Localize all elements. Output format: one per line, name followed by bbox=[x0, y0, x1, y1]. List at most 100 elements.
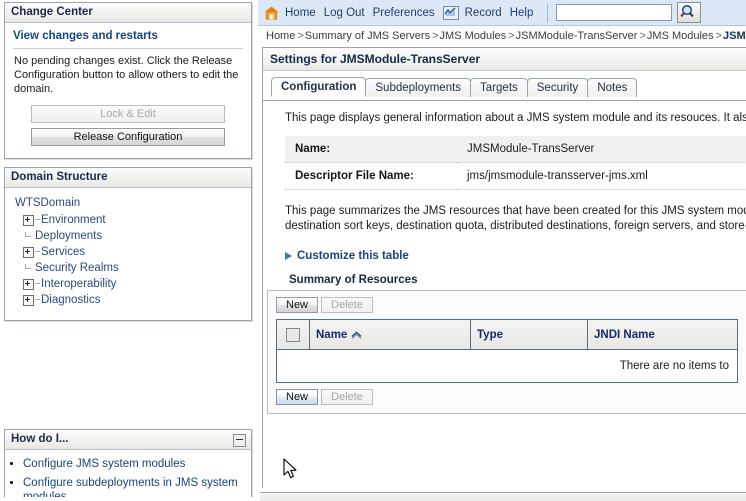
new-button-bottom[interactable]: New bbox=[276, 389, 319, 405]
breadcrumb-current-page: JSMModul bbox=[722, 30, 746, 42]
domain-structure-title: Domain Structure bbox=[11, 171, 108, 183]
property-value-descriptor-file-name: jms/jmsmodule-transserver-jms.xml bbox=[457, 162, 746, 190]
tree-connector bbox=[35, 250, 40, 252]
main-content-area: Home Log Out Preferences Record Help Hom… bbox=[258, 0, 746, 501]
tree-connector bbox=[35, 298, 40, 300]
delete-button-bottom[interactable]: Delete bbox=[321, 389, 373, 405]
resources-table: Name Type JNDI Name There are no items t… bbox=[276, 319, 738, 383]
page-intro-text: This page displays general information a… bbox=[285, 112, 746, 124]
delete-button-top[interactable]: Delete bbox=[321, 297, 373, 313]
minus-box-icon[interactable] bbox=[233, 434, 246, 447]
tree-node-diagnostics[interactable]: Diagnostics bbox=[13, 292, 245, 308]
left-bottom-spacer bbox=[0, 497, 256, 501]
toolbar-link-home[interactable]: Home bbox=[285, 7, 316, 19]
summary-of-resources-title: Summary of Resources bbox=[289, 274, 418, 286]
table-row: Descriptor File Name: jms/jmsmodule-tran… bbox=[285, 162, 746, 190]
toolbar-link-logout[interactable]: Log Out bbox=[324, 7, 365, 19]
view-changes-and-restarts-link[interactable]: View changes and restarts bbox=[13, 27, 243, 48]
release-configuration-button[interactable]: Release Configuration bbox=[31, 128, 225, 146]
tree-node-security-realms[interactable]: Security Realms bbox=[13, 260, 245, 276]
tab-subdeployments[interactable]: Subdeployments bbox=[365, 78, 472, 97]
column-header-name-label: Name bbox=[316, 328, 348, 341]
breadcrumb-item-jms-modules[interactable]: JMS Modules bbox=[440, 30, 507, 42]
change-center-buttons: Lock & Edit Release Configuration bbox=[13, 103, 243, 146]
property-value-name: JMSModule-TransServer bbox=[457, 136, 746, 163]
resources-table-head: Name Type JNDI Name bbox=[276, 319, 738, 350]
breadcrumb-item-summary-of-jms-servers[interactable]: Summary of JMS Servers bbox=[305, 30, 430, 42]
tree-link-services[interactable]: Services bbox=[41, 246, 85, 258]
change-center-panel: Change Center View changes and restarts … bbox=[4, 2, 252, 159]
how-do-i-link-configure-jms-system-modules[interactable]: Configure JMS system modules bbox=[23, 458, 185, 470]
tree-node-interoperability[interactable]: Interoperability bbox=[13, 276, 245, 292]
top-toolbar: Home Log Out Preferences Record Help bbox=[258, 0, 746, 26]
empty-table-message: There are no items to bbox=[619, 360, 729, 372]
select-all-header-cell bbox=[276, 319, 310, 350]
configuration-panel: This page displays general information a… bbox=[263, 101, 746, 286]
tree-connector bbox=[35, 218, 40, 220]
column-header-jndi-name[interactable]: JNDI Name bbox=[587, 319, 738, 350]
expand-plus-icon[interactable] bbox=[23, 214, 34, 226]
tree-link-environment[interactable]: Environment bbox=[41, 214, 106, 226]
record-chart-icon bbox=[442, 5, 459, 20]
column-header-jndi-name-label: JNDI Name bbox=[594, 328, 655, 341]
resources-summary-line-1: This page summarizes the JMS resources t… bbox=[285, 205, 746, 217]
toolbar-link-record[interactable]: Record bbox=[465, 7, 502, 19]
tree-link-security-realms[interactable]: Security Realms bbox=[35, 262, 119, 274]
column-header-name[interactable]: Name bbox=[309, 319, 471, 350]
change-center-body: View changes and restarts No pending cha… bbox=[5, 23, 251, 158]
new-button-top[interactable]: New bbox=[276, 297, 319, 313]
list-item: Configure JMS system modules bbox=[23, 457, 245, 471]
breadcrumb-item-home[interactable]: Home bbox=[266, 30, 295, 42]
tree-link-diagnostics[interactable]: Diagnostics bbox=[41, 294, 100, 306]
select-all-checkbox[interactable] bbox=[286, 327, 300, 342]
tab-notes[interactable]: Notes bbox=[587, 78, 638, 97]
tree-node-services[interactable]: Services bbox=[13, 244, 245, 260]
resources-panel: New Delete Name Type JNDI Name There are… bbox=[267, 290, 746, 414]
search-button[interactable] bbox=[677, 2, 702, 23]
toolbar-link-help[interactable]: Help bbox=[510, 7, 534, 19]
sort-asc-chevron-icon bbox=[351, 330, 362, 340]
tree-connector bbox=[35, 282, 40, 284]
tree-root-wtsdomain[interactable]: WTSDomain bbox=[13, 194, 245, 212]
tree-link-deployments[interactable]: Deployments bbox=[35, 230, 102, 242]
breadcrumb-separator: > bbox=[639, 30, 646, 42]
tab-configuration[interactable]: Configuration bbox=[271, 77, 367, 97]
tab-security[interactable]: Security bbox=[526, 78, 589, 97]
column-header-type[interactable]: Type bbox=[470, 319, 588, 350]
change-center-message: No pending changes exist. Click the Rele… bbox=[13, 48, 243, 103]
breadcrumb-separator: > bbox=[432, 30, 439, 42]
customize-this-table-row[interactable]: Customize this table bbox=[285, 250, 746, 262]
mouse-cursor bbox=[283, 458, 299, 481]
breadcrumb-separator: > bbox=[297, 30, 304, 42]
how-do-i-title: How do I... bbox=[11, 433, 69, 445]
domain-structure-body: WTSDomain Environment Deployments Servic… bbox=[5, 188, 251, 320]
search-input[interactable] bbox=[556, 4, 673, 21]
console-window: Change Center View changes and restarts … bbox=[0, 0, 746, 501]
expand-plus-icon[interactable] bbox=[23, 278, 34, 290]
breadcrumb-separator: > bbox=[715, 30, 722, 42]
expand-plus-icon[interactable] bbox=[23, 246, 34, 258]
how-do-i-body: Configure JMS system modules Configure s… bbox=[5, 450, 251, 501]
resources-summary-line-2: destination sort keys, destination quota… bbox=[285, 220, 746, 232]
how-do-i-panel: How do I... Configure JMS system modules… bbox=[4, 429, 252, 501]
expand-plus-icon[interactable] bbox=[23, 294, 34, 306]
tree-node-deployments[interactable]: Deployments bbox=[13, 228, 245, 244]
tab-targets[interactable]: Targets bbox=[470, 78, 528, 97]
breadcrumb-item-jsmmodule-transserver[interactable]: JSMModule-TransServer bbox=[516, 30, 638, 42]
general-properties-table: Name: JMSModule-TransServer Descriptor F… bbox=[285, 136, 746, 190]
toolbar-link-preferences[interactable]: Preferences bbox=[373, 7, 435, 19]
triangle-right-icon bbox=[285, 252, 292, 260]
how-do-i-list: Configure JMS system modules Configure s… bbox=[7, 453, 245, 501]
page-title: Settings for JMSModule-TransServer bbox=[263, 48, 746, 71]
lock-and-edit-button[interactable]: Lock & Edit bbox=[31, 105, 225, 123]
window-bottom-edge bbox=[260, 492, 746, 501]
customize-this-table-link[interactable]: Customize this table bbox=[297, 250, 409, 262]
column-header-type-label: Type bbox=[477, 328, 503, 341]
tree-link-interoperability[interactable]: Interoperability bbox=[41, 278, 116, 290]
breadcrumb-item-jms-modules-2[interactable]: JMS Modules bbox=[647, 30, 714, 42]
tree-node-environment[interactable]: Environment bbox=[13, 212, 245, 228]
toolbar-divider bbox=[547, 3, 549, 22]
table-header-row: Name Type JNDI Name bbox=[276, 319, 738, 350]
breadcrumb-separator: > bbox=[508, 30, 515, 42]
home-icon bbox=[264, 6, 279, 20]
